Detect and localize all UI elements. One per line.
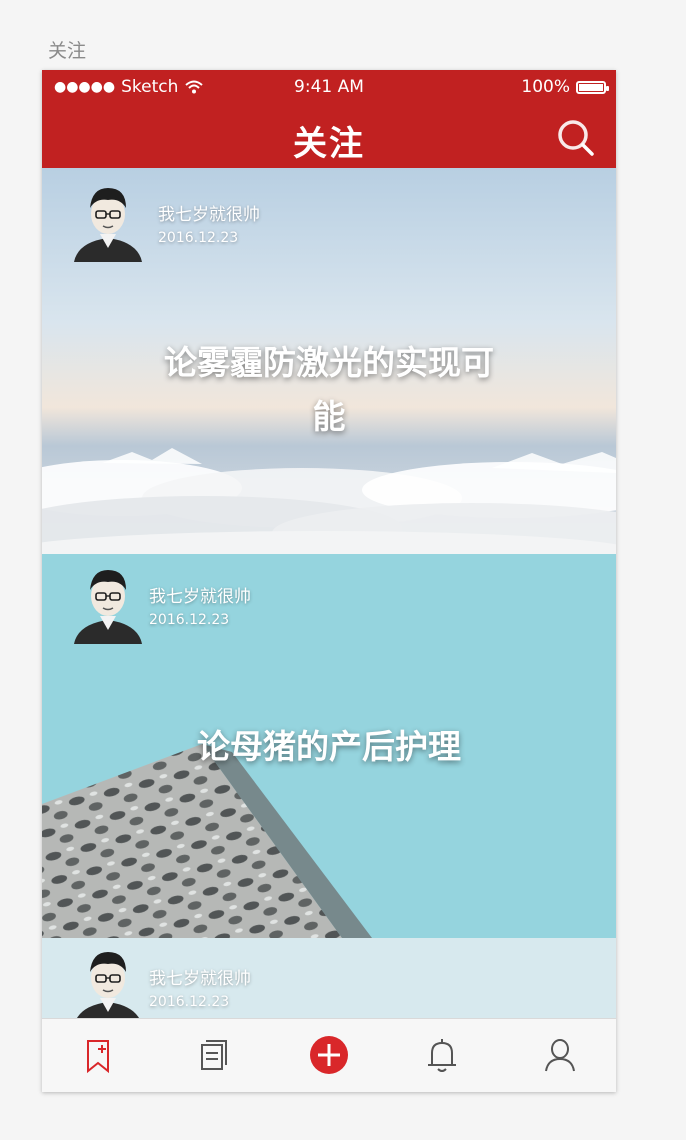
headline-line: 能 bbox=[312, 397, 346, 436]
tab-bar bbox=[42, 1018, 616, 1092]
battery-icon bbox=[576, 80, 609, 94]
nav-bar: 关注 bbox=[42, 104, 616, 168]
search-icon[interactable] bbox=[556, 118, 596, 158]
post-date: 2016.12.23 bbox=[149, 612, 230, 628]
headline-line: 论雾霾防激光的实现可 bbox=[164, 343, 494, 382]
artboard-label: 关注 bbox=[48, 40, 87, 62]
author-name[interactable]: 我七岁就很帅 bbox=[149, 582, 251, 607]
post-headline[interactable]: 论雾霾防激光的实现可 能 bbox=[132, 336, 526, 444]
battery-percent: 100% bbox=[521, 77, 570, 97]
documents-icon[interactable] bbox=[190, 1031, 238, 1079]
feed-card[interactable]: 我七岁就很帅 2016.12.23 论母猪的产后护理 bbox=[42, 554, 616, 938]
avatar[interactable] bbox=[68, 182, 148, 262]
status-right: 100% bbox=[521, 77, 609, 97]
post-date: 2016.12.23 bbox=[158, 230, 239, 246]
phone-screen: ●●●●● Sketch 9:41 AM 100% 关注 我七岁就很帅 2016… bbox=[42, 70, 616, 1092]
author-name[interactable]: 我七岁就很帅 bbox=[158, 200, 260, 225]
page-title: 关注 bbox=[293, 124, 365, 164]
feed-card[interactable]: 我七岁就很帅 2016.12.23 bbox=[42, 938, 616, 1018]
feed-list: 我七岁就很帅 2016.12.23 论雾霾防激光的实现可 能 我七岁就很帅 20… bbox=[42, 168, 616, 1018]
profile-icon[interactable] bbox=[536, 1031, 584, 1079]
feed-card[interactable]: 我七岁就很帅 2016.12.23 论雾霾防激光的实现可 能 bbox=[42, 168, 616, 554]
post-headline[interactable]: 论母猪的产后护理 bbox=[132, 720, 526, 774]
bookmark-add-icon[interactable] bbox=[74, 1031, 122, 1079]
bell-icon[interactable] bbox=[418, 1031, 466, 1079]
avatar[interactable] bbox=[68, 564, 148, 644]
add-post-icon[interactable] bbox=[305, 1031, 353, 1079]
avatar[interactable] bbox=[68, 946, 148, 1018]
author-name[interactable]: 我七岁就很帅 bbox=[149, 964, 251, 989]
status-bar: ●●●●● Sketch 9:41 AM 100% bbox=[42, 70, 616, 104]
post-date: 2016.12.23 bbox=[149, 994, 230, 1010]
